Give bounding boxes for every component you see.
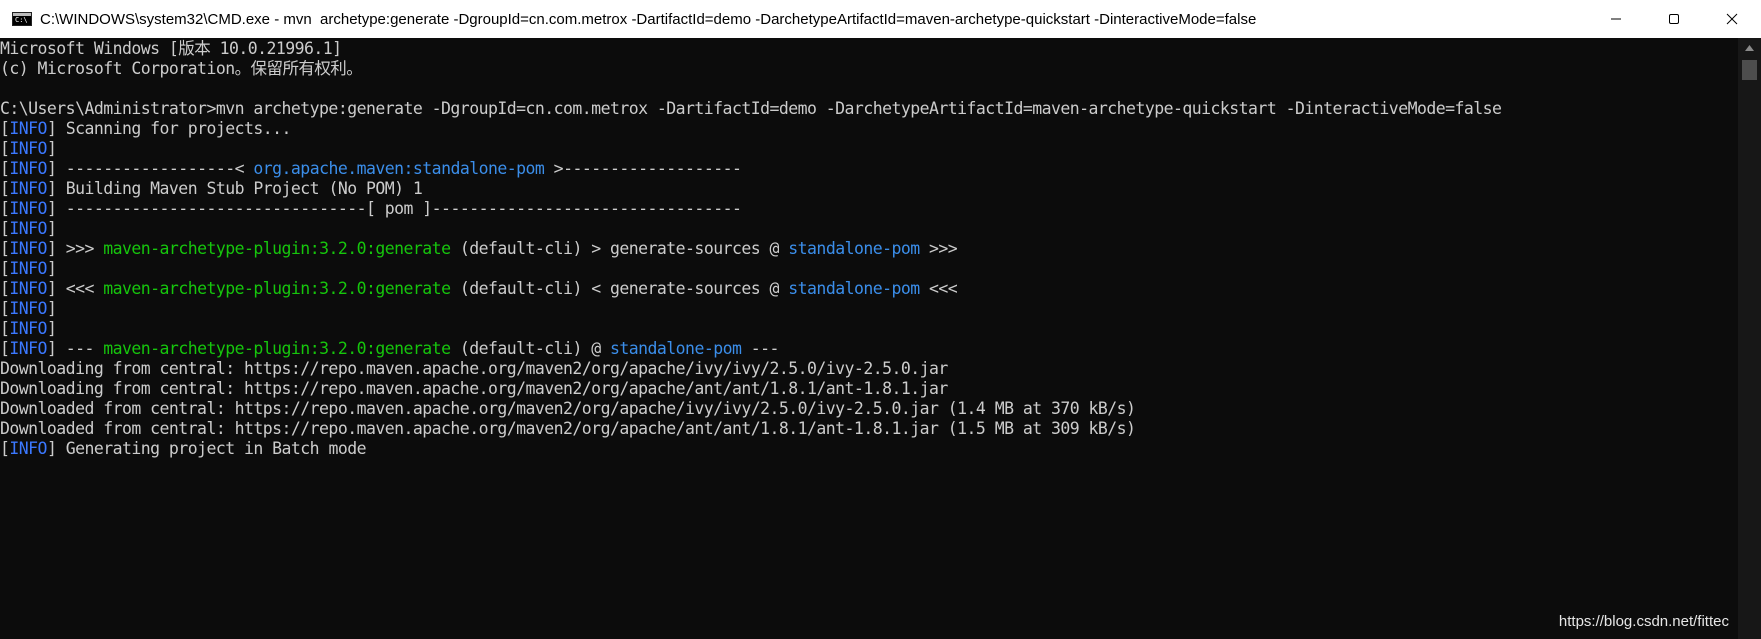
console-text: ] --------------------------------[ pom … <box>46 199 742 218</box>
console-text: INFO <box>9 159 47 178</box>
console-line: [INFO] Generating project in Batch mode <box>0 439 1738 459</box>
console-text: ] <box>46 139 57 158</box>
title-bar[interactable]: C:\ C:\WINDOWS\system32\CMD.exe - mvn ar… <box>0 0 1761 38</box>
maximize-icon <box>1669 14 1679 24</box>
console-text: INFO <box>9 219 47 238</box>
console-text: (default-cli) @ <box>450 339 610 358</box>
scroll-up-button[interactable] <box>1738 38 1761 58</box>
console-text: Downloading from central: https://repo.m… <box>0 359 948 378</box>
console-text: standalone-pom <box>788 239 920 258</box>
console-text: INFO <box>9 199 47 218</box>
console-text: [ <box>0 179 10 198</box>
console-text: INFO <box>9 259 47 278</box>
console-text: >------------------- <box>544 159 742 178</box>
console-text: ] <box>46 259 57 278</box>
console-line: Downloaded from central: https://repo.ma… <box>0 399 1738 419</box>
cmd-window: C:\ C:\WINDOWS\system32\CMD.exe - mvn ar… <box>0 0 1761 639</box>
console-text: INFO <box>9 439 47 458</box>
console-line: C:\Users\Administrator>mvn archetype:gen… <box>0 99 1738 119</box>
minimize-icon <box>1611 18 1621 20</box>
console-text: INFO <box>9 299 47 318</box>
console-text: [ <box>0 439 10 458</box>
console-text: <<< <box>919 279 958 298</box>
console-line: [INFO] <box>0 219 1738 239</box>
console-line: Downloading from central: https://repo.m… <box>0 359 1738 379</box>
console-text: (default-cli) > generate-sources @ <box>450 239 789 258</box>
console-output[interactable]: Microsoft Windows [版本 10.0.21996.1] (c) M… <box>0 38 1738 639</box>
console-line: [INFO] >>> maven-archetype-plugin:3.2.0:… <box>0 239 1738 259</box>
console-text: maven-archetype-plugin:3.2.0:generate <box>103 239 451 258</box>
console-text: [ <box>0 319 10 338</box>
console-text: maven-archetype-plugin:3.2.0:generate <box>103 279 451 298</box>
console-text: >>> <box>919 239 958 258</box>
console-text: --- <box>741 339 780 358</box>
vertical-scrollbar[interactable] <box>1738 38 1761 639</box>
console-text: Downloaded from central: https://repo.ma… <box>0 419 1136 438</box>
console-text: Downloading from central: https://repo.m… <box>0 379 948 398</box>
console-line: [INFO] Building Maven Stub Project (No P… <box>0 179 1738 199</box>
console-text: Microsoft Windows [版本 10.0.21996.1] <box>0 39 342 58</box>
console-text: ] <box>46 219 57 238</box>
console-line: [INFO] <box>0 299 1738 319</box>
console-text: INFO <box>9 119 47 138</box>
console-text: ] >>> <box>46 239 104 258</box>
console-text: INFO <box>9 339 47 358</box>
console-text: INFO <box>9 179 47 198</box>
console-text: org.apache.maven:standalone-pom <box>253 159 545 178</box>
close-icon <box>1726 13 1738 25</box>
console-line: (c) Microsoft Corporation。保留所有权利。 <box>0 59 1738 79</box>
close-button[interactable] <box>1703 0 1761 38</box>
console-line: [INFO] ------------------< org.apache.ma… <box>0 159 1738 179</box>
console-line: [INFO] --- maven-archetype-plugin:3.2.0:… <box>0 339 1738 359</box>
console-text: [ <box>0 139 10 158</box>
console-text: [ <box>0 159 10 178</box>
console-text: ] Building Maven Stub Project (No POM) 1 <box>46 179 423 198</box>
console-text: [ <box>0 299 10 318</box>
console-text: ] <<< <box>46 279 104 298</box>
watermark-text: https://blog.csdn.net/fittec <box>1558 613 1729 630</box>
console-line: Downloaded from central: https://repo.ma… <box>0 419 1738 439</box>
console-text: ] Generating project in Batch mode <box>46 439 367 458</box>
console-text: INFO <box>9 139 47 158</box>
console-text: Downloaded from central: https://repo.ma… <box>0 399 1136 418</box>
cmd-icon[interactable]: C:\ <box>12 12 32 26</box>
console-line: [INFO] Scanning for projects... <box>0 119 1738 139</box>
console-line: [INFO] <box>0 259 1738 279</box>
console-text: ] Scanning for projects... <box>46 119 292 138</box>
console-text: ] --- <box>46 339 104 358</box>
console-line: [INFO] <box>0 139 1738 159</box>
console-text: ] <box>46 319 57 338</box>
console-line: Microsoft Windows [版本 10.0.21996.1] <box>0 39 1738 59</box>
console-text: [ <box>0 199 10 218</box>
maximize-button[interactable] <box>1645 0 1703 38</box>
console-text: INFO <box>9 319 47 338</box>
console-text: [ <box>0 219 10 238</box>
console-text: [ <box>0 279 10 298</box>
scroll-up-arrow-icon <box>1745 45 1754 51</box>
console-text: (default-cli) < generate-sources @ <box>450 279 789 298</box>
console-text: [ <box>0 259 10 278</box>
console-text: C:\Users\Administrator>mvn archetype:gen… <box>0 99 1502 118</box>
console-text: ] <box>46 299 57 318</box>
console-text: INFO <box>9 239 47 258</box>
console-text: standalone-pom <box>788 279 920 298</box>
console-line: [INFO] --------------------------------[… <box>0 199 1738 219</box>
console-text: ] ------------------< <box>46 159 254 178</box>
console-line: Downloading from central: https://repo.m… <box>0 379 1738 399</box>
console-line: [INFO] <<< maven-archetype-plugin:3.2.0:… <box>0 279 1738 299</box>
console-text: standalone-pom <box>609 339 742 358</box>
console-line: [INFO] <box>0 319 1738 339</box>
scrollbar-thumb[interactable] <box>1742 60 1757 80</box>
window-title: C:\WINDOWS\system32\CMD.exe - mvn archet… <box>40 10 1257 28</box>
console-text: [ <box>0 239 10 258</box>
console-text: (c) Microsoft Corporation。保留所有权利。 <box>0 59 363 78</box>
minimize-button[interactable] <box>1587 0 1645 38</box>
console-text: maven-archetype-plugin:3.2.0:generate <box>103 339 451 358</box>
console-text: [ <box>0 339 10 358</box>
console-text: [ <box>0 119 10 138</box>
console-text: INFO <box>9 279 47 298</box>
